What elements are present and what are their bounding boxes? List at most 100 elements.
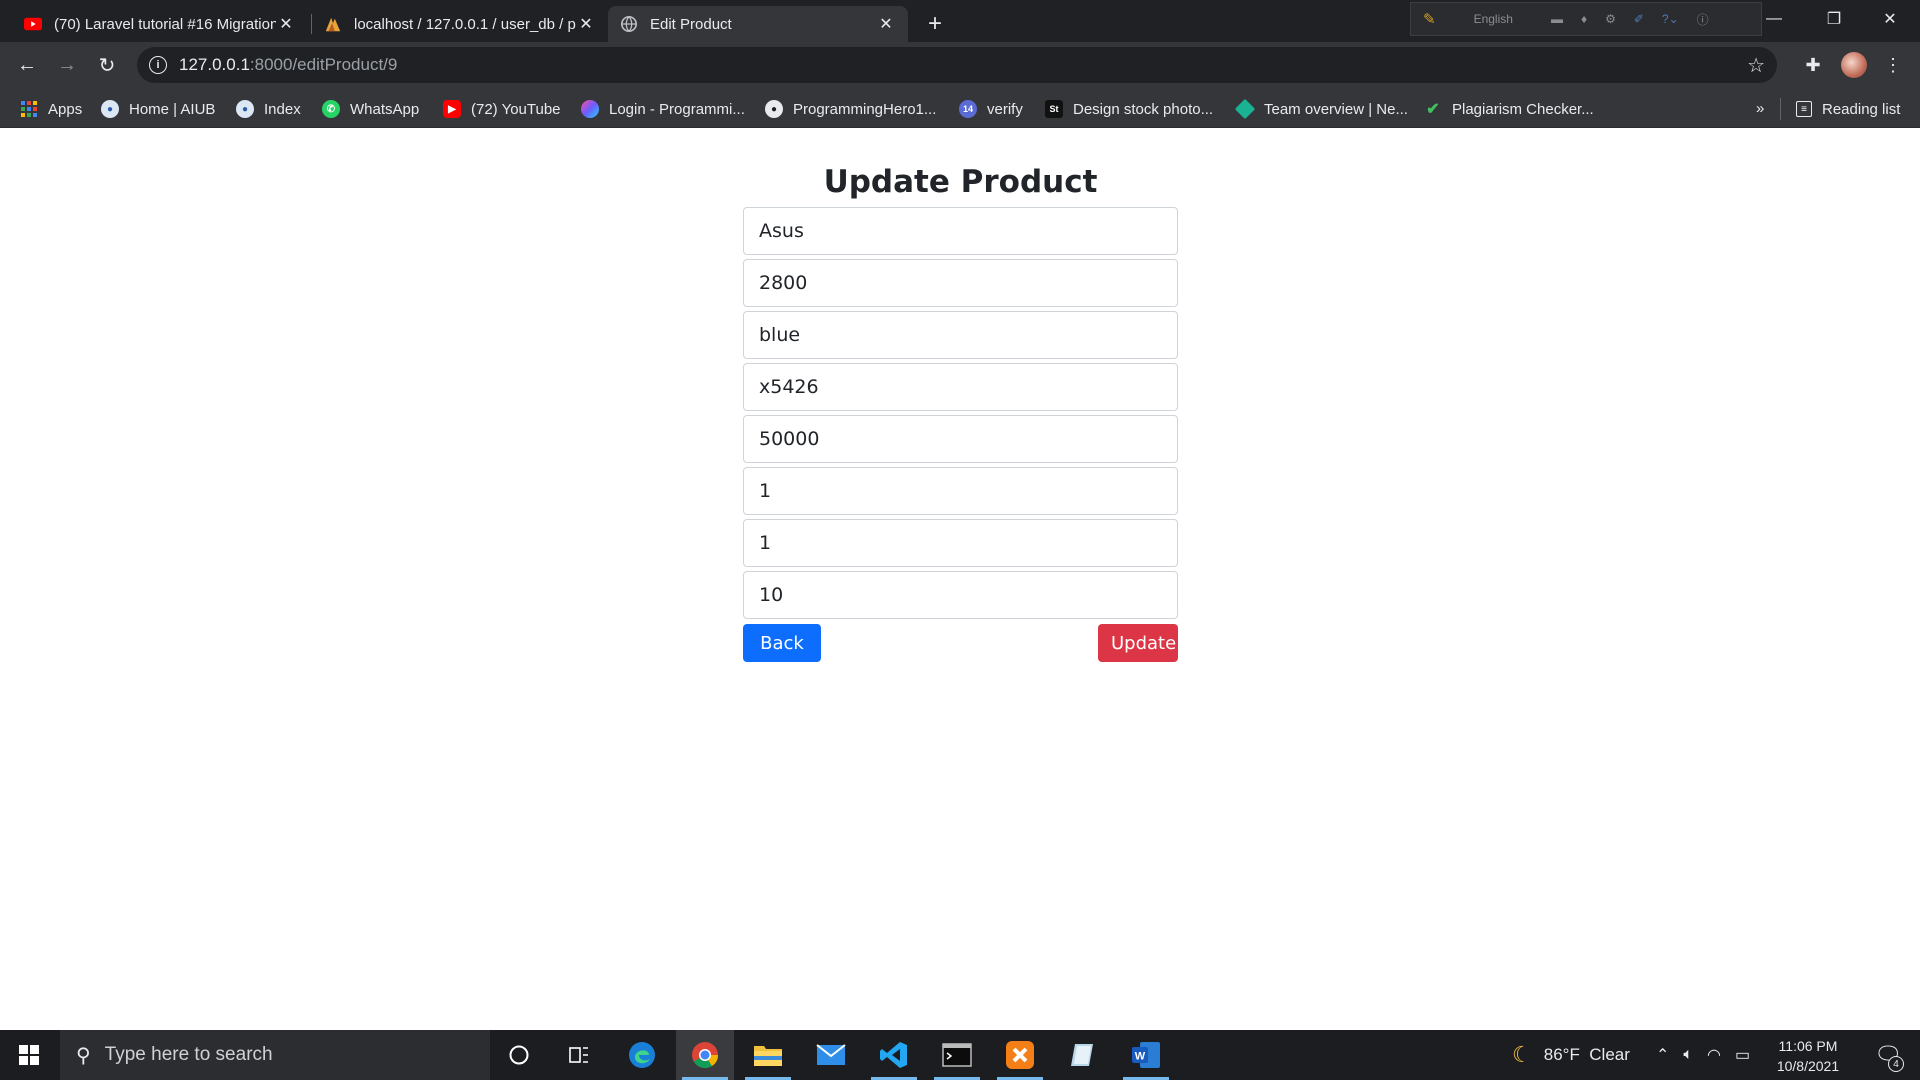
mic-icon[interactable]: ♦ xyxy=(1581,12,1587,26)
search-placeholder: Type here to search xyxy=(104,1044,273,1065)
speaker-icon[interactable]: 🔈︎ xyxy=(1683,1046,1693,1064)
minimize-button[interactable]: — xyxy=(1746,0,1802,38)
restore-button[interactable]: ❐ xyxy=(1806,0,1862,38)
product-price-input[interactable] xyxy=(743,259,1178,307)
menu-kebab-icon[interactable]: ⋮ xyxy=(1880,52,1906,78)
terminal-icon xyxy=(942,1043,972,1067)
bookmark-verify[interactable]: 14 verify xyxy=(959,98,1023,120)
windows-logo-icon xyxy=(19,1045,39,1065)
xampp-icon xyxy=(1006,1041,1034,1069)
taskbar-terminal[interactable] xyxy=(928,1030,986,1080)
notification-center-button[interactable]: 🗨︎ 4 xyxy=(1866,1030,1910,1080)
language-toolbar[interactable]: ✎ English ▬ ♦ ⚙ ✐ ?⌄ ⓘ xyxy=(1410,2,1762,36)
bookmark-plagiarism-checker[interactable]: ✔ Plagiarism Checker... xyxy=(1424,98,1593,120)
back-button[interactable]: Back xyxy=(743,624,821,662)
bookmark-star-icon[interactable]: ☆ xyxy=(1747,53,1765,78)
bookmark-label: ProgrammingHero1... xyxy=(793,100,937,118)
task-view-button[interactable] xyxy=(550,1030,608,1080)
globe-icon xyxy=(620,15,638,33)
youtube-icon: ▶ xyxy=(443,100,461,118)
bookmark-label: WhatsApp xyxy=(350,100,420,118)
page-content: Update Product Back Update xyxy=(0,128,1920,1030)
chevron-up-icon[interactable]: ⌃ xyxy=(1656,1045,1669,1065)
taskbar-file-explorer[interactable] xyxy=(739,1030,797,1080)
help-icon[interactable]: ?⌄ xyxy=(1662,12,1679,26)
weather-widget[interactable]: ☾ 86°F Clear xyxy=(1512,1030,1630,1080)
bookmarks-bar: Apps ● Home | AIUB ● Index ✆ WhatsApp ▶ … xyxy=(0,88,1920,128)
phpmyadmin-icon xyxy=(325,17,341,32)
reload-icon[interactable]: ↻ xyxy=(92,50,122,80)
cortana-circle-icon xyxy=(509,1045,529,1065)
taskbar-mail[interactable] xyxy=(802,1030,860,1080)
aiub-icon: ● xyxy=(101,100,119,118)
update-product-form: Update Product Back Update xyxy=(743,162,1178,664)
svg-text:W: W xyxy=(1135,1051,1146,1063)
reading-list-button[interactable]: ≡ Reading list xyxy=(1796,98,1900,120)
product-model-input[interactable] xyxy=(743,363,1178,411)
bookmark-design-stock[interactable]: St Design stock photo... xyxy=(1045,98,1213,120)
taskbar-chrome[interactable] xyxy=(676,1030,734,1080)
new-tab-button[interactable]: + xyxy=(920,9,950,39)
close-window-button[interactable]: ✕ xyxy=(1862,0,1918,38)
taskbar-xampp[interactable] xyxy=(991,1030,1049,1080)
close-icon[interactable]: ✕ xyxy=(276,14,296,34)
info-icon[interactable]: ⓘ xyxy=(1697,11,1709,28)
extensions-puzzle-icon[interactable]: ✚ xyxy=(1800,52,1826,78)
bookmark-youtube[interactable]: ▶ (72) YouTube xyxy=(443,98,561,120)
update-button[interactable]: Update xyxy=(1098,624,1178,662)
pen-icon[interactable]: ✐ xyxy=(1634,12,1644,26)
bookmark-home-aiub[interactable]: ● Home | AIUB xyxy=(101,98,215,120)
github-icon: ● xyxy=(765,100,783,118)
bookmark-programminghero-github[interactable]: ● ProgrammingHero1... xyxy=(765,98,936,120)
diamond-icon xyxy=(1234,98,1256,120)
cortana-button[interactable] xyxy=(490,1030,548,1080)
language-label[interactable]: English xyxy=(1474,12,1513,26)
mail-icon xyxy=(816,1044,846,1065)
product-field-7-input[interactable] xyxy=(743,519,1178,567)
tab-laravel-tutorial[interactable]: (70) Laravel tutorial #16 Migration ✕ xyxy=(12,6,308,42)
tab-edit-product[interactable]: Edit Product ✕ xyxy=(608,6,908,42)
back-arrow-icon[interactable]: ← xyxy=(12,50,42,80)
search-icon: ⚲ xyxy=(76,1044,91,1067)
taskbar-word[interactable]: W xyxy=(1117,1030,1175,1080)
bookmark-team-overview[interactable]: Team overview | Ne... xyxy=(1234,98,1408,120)
taskbar-notes-app[interactable] xyxy=(1054,1030,1112,1080)
taskbar-vscode[interactable] xyxy=(865,1030,923,1080)
bookmark-login-programming[interactable]: Login - Programmi... xyxy=(581,98,745,120)
close-icon[interactable]: ✕ xyxy=(876,14,896,34)
profile-avatar[interactable] xyxy=(1841,52,1867,78)
battery-icon[interactable]: ▭ xyxy=(1735,1045,1750,1065)
site-info-icon[interactable]: i xyxy=(149,56,167,74)
taskbar-edge[interactable] xyxy=(613,1030,671,1080)
address-bar[interactable]: i 127.0.0.1:8000/editProduct/9 ☆ xyxy=(137,47,1777,83)
product-color-input[interactable] xyxy=(743,311,1178,359)
url-text[interactable]: 127.0.0.1:8000/editProduct/9 xyxy=(179,55,397,75)
chrome-icon xyxy=(692,1042,719,1069)
bookmark-label: Design stock photo... xyxy=(1073,100,1214,118)
keyboard-icon[interactable]: ▬ xyxy=(1551,12,1563,26)
start-button[interactable] xyxy=(0,1030,58,1080)
taskbar-clock[interactable]: 11:06 PM 10/8/2021 xyxy=(1772,1036,1844,1076)
programming-hero-icon xyxy=(581,100,599,118)
product-field-6-input[interactable] xyxy=(743,467,1178,515)
close-icon[interactable]: ✕ xyxy=(576,14,596,34)
bookmark-index[interactable]: ● Index xyxy=(236,98,301,120)
bookmark-label: Home | AIUB xyxy=(129,100,216,118)
wifi-icon[interactable]: ◠ xyxy=(1707,1045,1721,1065)
gear-icon[interactable]: ⚙ xyxy=(1605,12,1616,26)
product-amount-input[interactable] xyxy=(743,415,1178,463)
verify-icon: 14 xyxy=(959,100,977,118)
bookmark-apps[interactable]: Apps xyxy=(20,98,82,120)
clock-date: 10/8/2021 xyxy=(1776,1058,1840,1074)
taskbar-search[interactable]: ⚲ Type here to search xyxy=(60,1030,490,1080)
tab-phpmyadmin[interactable]: localhost / 127.0.0.1 / user_db / p ✕ xyxy=(312,6,608,42)
plagiarism-icon: ✔ xyxy=(1426,101,1440,118)
bookmarks-overflow-button[interactable]: » xyxy=(1756,100,1764,117)
notes-icon xyxy=(1071,1044,1093,1066)
product-quantity-input[interactable] xyxy=(743,571,1178,619)
forward-arrow-icon[interactable]: → xyxy=(52,50,82,80)
product-name-input[interactable] xyxy=(743,207,1178,255)
bookmark-whatsapp[interactable]: ✆ WhatsApp xyxy=(322,98,419,120)
ime-icon[interactable]: ✎ xyxy=(1423,10,1436,28)
notification-count: 4 xyxy=(1888,1056,1904,1072)
